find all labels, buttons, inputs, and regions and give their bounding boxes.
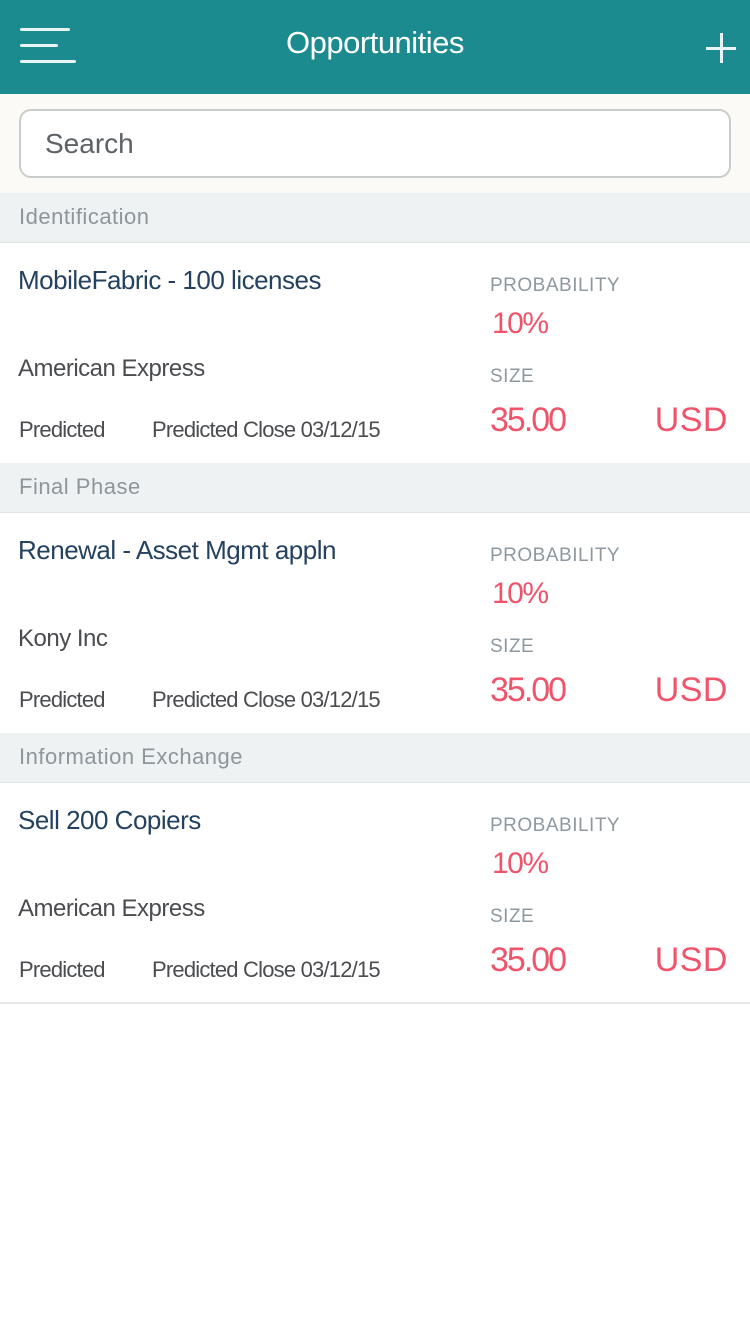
size-label: SIZE <box>490 636 535 657</box>
probability-label: PROBABILITY <box>490 275 621 296</box>
probability-label: PROBABILITY <box>490 815 621 836</box>
forecast-status: Predicted <box>19 957 106 982</box>
opportunity-name: MobileFabric - 100 licenses <box>18 265 321 295</box>
size-value: 35.00 <box>490 941 567 979</box>
account-name: American Express <box>18 895 205 922</box>
size-value: 35.00 <box>490 671 567 709</box>
section-header-final-phase: Final Phase <box>0 463 750 513</box>
currency-code: USD <box>654 401 728 439</box>
section-header-identification: Identification <box>0 193 750 243</box>
predicted-close-date: Predicted Close 03/12/15 <box>152 417 381 442</box>
probability-value: 10% <box>492 307 549 340</box>
forecast-status: Predicted <box>19 417 106 442</box>
predicted-close-date: Predicted Close 03/12/15 <box>152 957 381 982</box>
predicted-close-date: Predicted Close 03/12/15 <box>152 687 381 712</box>
probability-value: 10% <box>492 577 549 610</box>
probability-label: PROBABILITY <box>490 545 621 566</box>
opportunity-card[interactable]: Sell 200 Copiers American Express Predic… <box>0 783 750 1003</box>
account-name: Kony Inc <box>18 625 108 652</box>
forecast-status: Predicted <box>19 687 106 712</box>
currency-code: USD <box>654 941 728 979</box>
size-label: SIZE <box>490 906 535 927</box>
opportunity-card[interactable]: MobileFabric - 100 licenses American Exp… <box>0 243 750 463</box>
add-opportunity-plus-icon[interactable] <box>706 33 736 63</box>
probability-value: 10% <box>492 847 549 880</box>
opportunity-name: Renewal - Asset Mgmt appln <box>18 535 336 565</box>
search-bar <box>0 94 750 194</box>
list-divider <box>0 1002 750 1004</box>
page-title: Opportunities <box>286 25 464 60</box>
size-value: 35.00 <box>490 401 567 439</box>
section-header-information-exchange: Information Exchange <box>0 733 750 783</box>
opportunity-card[interactable]: Renewal - Asset Mgmt appln Kony Inc Pred… <box>0 513 750 733</box>
account-name: American Express <box>18 355 205 382</box>
opportunity-name: Sell 200 Copiers <box>18 805 201 835</box>
app-header: Opportunities <box>0 0 750 94</box>
size-label: SIZE <box>490 366 535 387</box>
search-input[interactable] <box>19 109 731 178</box>
currency-code: USD <box>654 671 728 709</box>
